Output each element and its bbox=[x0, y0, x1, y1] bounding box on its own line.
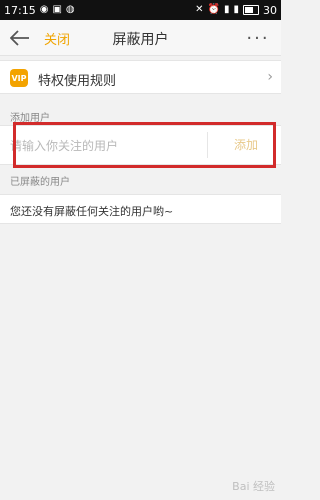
app-header: 关闭 屏蔽用户 ··· bbox=[0, 20, 281, 56]
more-menu-button[interactable]: ··· bbox=[243, 26, 273, 50]
blocked-users-list: 您还没有屏蔽任何关注的用户哟~ bbox=[0, 194, 281, 224]
add-user-section-label: 添加用户 bbox=[10, 113, 50, 124]
privilege-rules-row[interactable]: VIP 特权使用规则 › bbox=[0, 60, 281, 94]
battery-level: 30 bbox=[263, 3, 277, 17]
wechat-icon: ◉ bbox=[39, 4, 49, 15]
watermark: Bai 经验 bbox=[232, 480, 275, 493]
status-right: ✕ ⏰ ▮ ▮ 30 bbox=[195, 4, 277, 17]
chevron-right-icon: › bbox=[267, 69, 273, 85]
empty-state-text: 您还没有屏蔽任何关注的用户哟~ bbox=[10, 205, 174, 218]
signal-icon: ▮ bbox=[223, 4, 230, 15]
divider bbox=[207, 132, 208, 158]
alarm-icon: ⏰ bbox=[207, 4, 220, 15]
add-button[interactable]: 添加 bbox=[216, 136, 276, 153]
image-icon: ▣ bbox=[52, 4, 62, 15]
status-left: 17:15 ◉ ▣ ◍ bbox=[4, 4, 75, 17]
user-search-input[interactable] bbox=[8, 134, 202, 158]
add-user-row: 添加 bbox=[0, 125, 281, 165]
notification-icon: ◍ bbox=[65, 4, 75, 15]
vip-icon: VIP bbox=[10, 69, 28, 87]
status-bar: 17:15 ◉ ▣ ◍ ✕ ⏰ ▮ ▮ 30 bbox=[0, 0, 281, 20]
signal-2-icon: ▮ bbox=[233, 4, 239, 15]
battery-icon bbox=[243, 5, 259, 15]
status-time: 17:15 bbox=[4, 3, 36, 17]
blocked-users-section-label: 已屏蔽的用户 bbox=[10, 177, 70, 188]
page-title: 屏蔽用户 bbox=[112, 32, 169, 48]
arrow-left-icon bbox=[10, 30, 29, 46]
back-button[interactable] bbox=[8, 26, 32, 50]
more-icon: ··· bbox=[246, 27, 270, 49]
privilege-rules-label: 特权使用规则 bbox=[38, 74, 117, 89]
close-button[interactable]: 关闭 bbox=[44, 29, 70, 48]
mute-icon: ✕ bbox=[195, 4, 204, 15]
